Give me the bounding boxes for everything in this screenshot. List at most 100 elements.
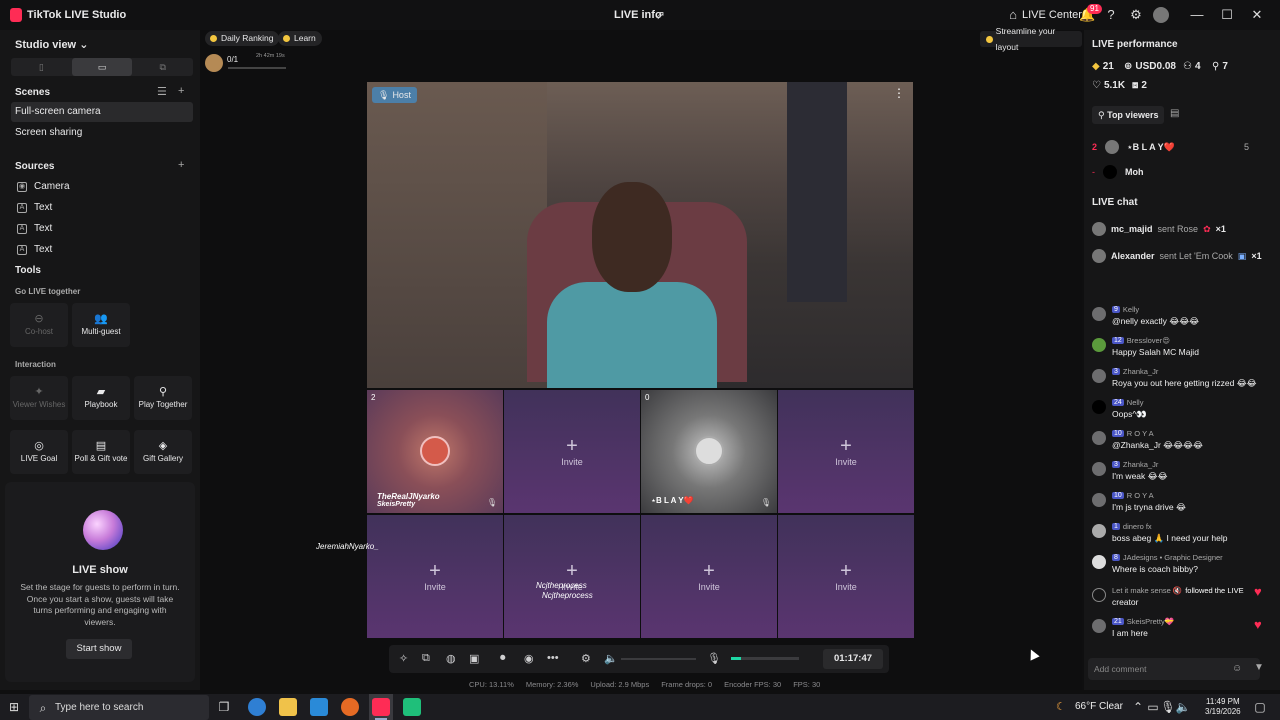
folder-icon[interactable]	[279, 698, 297, 716]
studio-view-dropdown[interactable]: Studio view ⌄	[15, 38, 88, 51]
portrait-layout-icon[interactable]: ▯	[11, 58, 72, 76]
playbook-button[interactable]: ▰ Playbook	[72, 376, 130, 420]
invite-slot[interactable]: + Invite	[778, 515, 914, 638]
invite-slot[interactable]: + Invite	[504, 390, 640, 513]
start-show-button[interactable]: Start show	[66, 639, 132, 659]
gift-gallery-button[interactable]: ◈ Gift Gallery	[134, 430, 192, 474]
stats-bar: CPU: 13.11% Memory: 2.36% Upload: 2.9 Mb…	[469, 680, 820, 689]
source-label: Text	[34, 202, 53, 213]
emoji-icon[interactable]: ☺	[1232, 663, 1242, 674]
host-video: 🎙 Host ⋮	[367, 82, 913, 388]
dual-layout-icon[interactable]: ⧉	[132, 58, 193, 76]
cohost-button[interactable]: ⊖ Co-host	[10, 303, 68, 347]
search-icon: ⌕	[39, 701, 47, 715]
volume-slider[interactable]	[621, 658, 696, 660]
source-text[interactable]: A Text	[17, 244, 52, 255]
filter-icon[interactable]: ▼	[1254, 662, 1264, 673]
edge-icon[interactable]	[248, 698, 266, 716]
camera-flip-icon[interactable]: ◉	[524, 652, 534, 665]
tray-network-icon[interactable]: ▭	[1145, 699, 1161, 715]
taskbar-search[interactable]: Type here to search	[29, 695, 209, 720]
control-bar: ✧ ⧉ ◍ ▣ ⏺ ◉ ••• ⚙ 🔈 🎙 01:17:47	[389, 645, 889, 673]
chat-text: @Zhanka_Jr 😂😂😂😂	[1112, 440, 1203, 450]
text-icon: A	[17, 244, 27, 255]
live-goal-button[interactable]: ◎ LIVE Goal	[10, 430, 68, 474]
scene-full-screen-camera[interactable]: Full-screen camera	[11, 102, 193, 122]
streamline-layout-button[interactable]: Streamline your layout	[980, 26, 1082, 52]
user-avatar	[1092, 555, 1106, 569]
tray-volume-icon[interactable]: 🔈	[1175, 699, 1191, 715]
microphone-icon[interactable]: 🎙	[707, 652, 721, 665]
list-icon[interactable]: ☰	[157, 85, 167, 98]
capture-icon[interactable]: ⧉	[422, 652, 430, 665]
source-camera[interactable]: ◉ Camera	[17, 181, 70, 192]
tiktok-studio-icon[interactable]	[372, 698, 390, 716]
avatar[interactable]	[1153, 7, 1169, 23]
learn-button[interactable]: Learn	[278, 31, 322, 46]
help-icon[interactable]: ?	[1103, 7, 1119, 23]
level-badge: 3	[1112, 368, 1120, 375]
daily-ranking-button[interactable]: Daily Ranking	[205, 31, 280, 46]
windows-start-icon[interactable]: ⊞	[6, 699, 22, 715]
close-icon[interactable]: ✕	[1249, 7, 1265, 23]
live-center-button[interactable]: LIVE Center	[1022, 9, 1082, 21]
chat-text: I am here	[1112, 628, 1148, 638]
play-together-button[interactable]: ⚲ Play Together	[134, 376, 192, 420]
top-viewers-tab[interactable]: ⚲ Top viewers	[1092, 106, 1165, 124]
firefox-icon[interactable]	[341, 698, 359, 716]
store-icon[interactable]	[310, 698, 328, 716]
viewer-wishes-button[interactable]: ✦ Viewer Wishes	[10, 376, 68, 420]
level-badge: 9	[1112, 306, 1120, 313]
task-view-icon[interactable]: ❐	[216, 699, 232, 715]
scene-screen-sharing[interactable]: Screen sharing	[11, 123, 193, 143]
viewers-value: 4	[1194, 61, 1201, 72]
effects-icon[interactable]: ◍	[446, 652, 456, 665]
source-text[interactable]: A Text	[17, 202, 52, 213]
mic-icon[interactable]: 🎙	[761, 498, 771, 507]
invite-slot[interactable]: + Invite	[367, 515, 503, 638]
list-icon[interactable]: ▤	[1170, 108, 1179, 119]
title-bar: TikTok LIVE Studio LIVE info ⇗ ⌂ LIVE Ce…	[0, 0, 1280, 30]
poll-gift-vote-button[interactable]: ▤ Poll & Gift vote	[72, 430, 130, 474]
mic-level-slider[interactable]	[731, 657, 799, 660]
clock[interactable]: 11:49 PM 3/19/2026	[1205, 697, 1241, 717]
multiguest-button[interactable]: 👥 Multi-guest	[72, 303, 130, 347]
add-user-icon: ⚲	[1212, 61, 1220, 72]
guest-slot[interactable]: 2 TheRealJNyarko SkeisPretty 🎙	[367, 390, 503, 513]
layout-icon[interactable]: ▣	[469, 652, 479, 665]
gear-icon[interactable]: ⚙	[1128, 7, 1144, 23]
minimize-icon[interactable]: —	[1189, 7, 1205, 23]
tray-mic-icon[interactable]: 🎙	[1160, 699, 1176, 715]
invite-slot[interactable]: + Invite	[641, 515, 777, 638]
source-text[interactable]: A Text	[17, 223, 52, 234]
add-scene-icon[interactable]: +	[178, 85, 184, 97]
maximize-icon[interactable]: ☐	[1219, 7, 1235, 23]
add-source-icon[interactable]: +	[178, 159, 184, 171]
tool-label: Multi-guest	[81, 326, 121, 336]
mouse-cursor	[1026, 647, 1040, 661]
mic-icon[interactable]: 🎙	[487, 498, 497, 507]
invite-slot[interactable]: + Invite	[504, 515, 640, 638]
share-icon[interactable]: ⇗	[655, 8, 665, 22]
more-options-icon[interactable]: •••	[547, 652, 559, 664]
gift-text: sent Rose	[1157, 224, 1199, 234]
more-icon[interactable]: ⋮	[893, 86, 905, 100]
chat-user: R O Y A	[1126, 429, 1154, 438]
weather-icon: ☾	[1056, 701, 1066, 713]
app-icon[interactable]	[403, 698, 421, 716]
wish-icon: ✦	[34, 385, 44, 398]
magic-wand-icon[interactable]: ✧	[399, 652, 408, 665]
likes-value: 5.1K	[1103, 80, 1126, 91]
level-badge: 12	[1112, 337, 1124, 344]
performance-heading: LIVE performance	[1092, 39, 1178, 50]
record-icon[interactable]: ⏺	[500, 652, 506, 665]
settings-sliders-icon[interactable]: ⚙	[581, 652, 591, 665]
gift-icon: ▣	[1237, 250, 1247, 261]
invite-slot[interactable]: + Invite	[778, 390, 914, 513]
guest-slot[interactable]: 0 ⋆B L A Y❤️ 🎙	[641, 390, 777, 513]
host-tag: 🎙 Host	[372, 87, 417, 103]
tray-chevron-icon[interactable]: ⌃	[1130, 699, 1146, 715]
speaker-icon[interactable]: 🔈	[604, 652, 618, 665]
landscape-layout-icon[interactable]: ▭	[71, 58, 133, 76]
notifications-icon[interactable]: ▢	[1252, 699, 1268, 715]
